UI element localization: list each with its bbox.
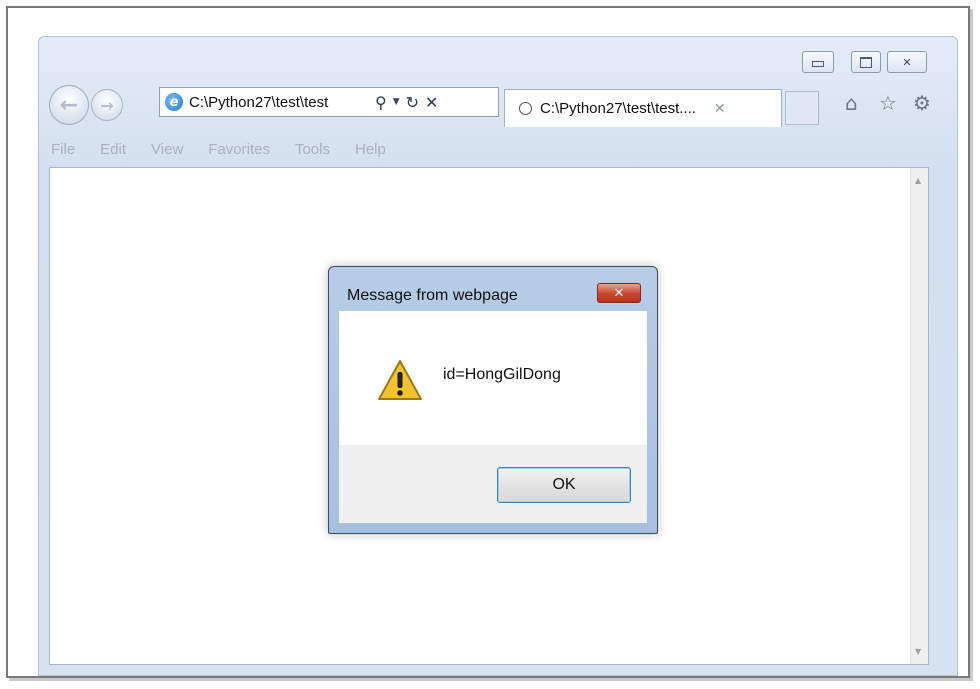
- menu-tools[interactable]: Tools: [295, 141, 330, 158]
- screenshot-frame: ✕ ← → e C:\Python27\test\test ⚲ ▼ ↻ ✕ C:…: [6, 6, 970, 678]
- tab-close-icon[interactable]: ✕: [714, 101, 726, 117]
- scroll-down-icon[interactable]: ▼: [915, 647, 921, 656]
- minimize-icon: [812, 61, 824, 67]
- menu-favorites[interactable]: Favorites: [208, 141, 270, 158]
- vertical-scrollbar[interactable]: ▲ ▼: [910, 168, 928, 664]
- stop-icon[interactable]: ✕: [425, 93, 438, 112]
- menu-file[interactable]: File: [51, 141, 75, 158]
- dialog-title: Message from webpage: [347, 287, 518, 304]
- forward-arrow-icon: →: [100, 95, 114, 115]
- dropdown-icon[interactable]: ▼: [393, 97, 400, 107]
- minimize-button[interactable]: [802, 51, 834, 73]
- back-button[interactable]: ←: [49, 85, 89, 125]
- tab-title: C:\Python27\test\test....: [540, 100, 696, 117]
- refresh-icon[interactable]: ↻: [406, 93, 419, 112]
- back-arrow-icon: ←: [59, 92, 79, 118]
- home-icon[interactable]: ⌂: [845, 91, 858, 115]
- close-icon: ✕: [902, 55, 912, 69]
- ie-page-icon: e: [165, 93, 183, 111]
- dialog-close-button[interactable]: ✕: [597, 283, 641, 303]
- forward-button[interactable]: →: [91, 89, 123, 121]
- scroll-up-icon[interactable]: ▲: [915, 176, 921, 185]
- gear-icon[interactable]: ⚙: [913, 91, 931, 115]
- menu-bar: File Edit View Favorites Tools Help: [51, 137, 411, 161]
- address-text[interactable]: C:\Python27\test\test: [189, 94, 369, 111]
- ok-button[interactable]: OK: [497, 467, 631, 503]
- dialog-body: id=HongGilDong: [339, 311, 647, 445]
- search-icon[interactable]: ⚲: [375, 93, 387, 112]
- new-tab-button[interactable]: [785, 91, 819, 125]
- warning-icon: [378, 360, 422, 400]
- dialog-footer: OK: [339, 445, 647, 523]
- maximize-button[interactable]: [851, 51, 881, 73]
- loading-icon: [519, 102, 532, 115]
- menu-help[interactable]: Help: [355, 141, 386, 158]
- window-close-button[interactable]: ✕: [887, 51, 927, 73]
- star-icon[interactable]: ☆: [879, 91, 897, 115]
- menu-view[interactable]: View: [151, 141, 183, 158]
- menu-edit[interactable]: Edit: [100, 141, 126, 158]
- close-icon: ✕: [613, 285, 625, 301]
- address-bar[interactable]: e C:\Python27\test\test ⚲ ▼ ↻ ✕: [159, 87, 499, 117]
- maximize-icon: [860, 56, 872, 68]
- dialog-message: id=HongGilDong: [443, 366, 561, 383]
- tab-current[interactable]: C:\Python27\test\test.... ✕: [504, 89, 782, 127]
- alert-dialog: Message from webpage ✕ id=HongGilDong OK: [328, 266, 658, 534]
